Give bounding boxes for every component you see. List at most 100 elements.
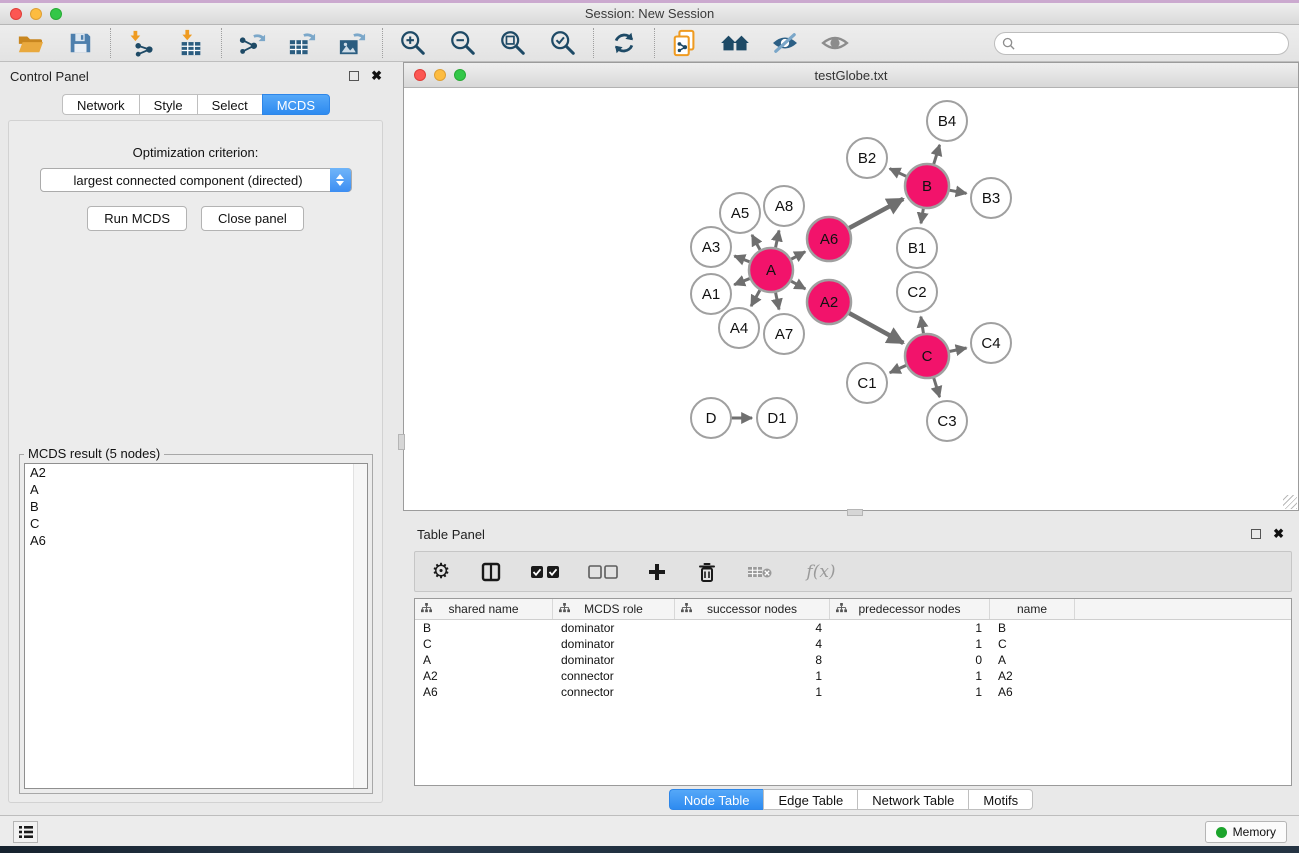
column-header-successor-nodes[interactable]: successor nodes bbox=[675, 599, 830, 619]
tab-style[interactable]: Style bbox=[139, 94, 197, 115]
zoom-out-icon[interactable] bbox=[447, 28, 479, 58]
graph-edge-A6-B[interactable] bbox=[848, 199, 903, 229]
graph-edge-A2-C[interactable] bbox=[848, 313, 903, 343]
graph-edge-A-A4[interactable] bbox=[751, 289, 760, 306]
mcds-result-list[interactable]: A2ABCA6 bbox=[24, 463, 368, 789]
save-session-icon[interactable] bbox=[64, 28, 96, 58]
graph-node-C1[interactable]: C1 bbox=[847, 363, 887, 403]
graph-edge-B-B2[interactable] bbox=[890, 169, 907, 177]
zoom-selected-icon[interactable] bbox=[547, 28, 579, 58]
table-row[interactable]: A2connector11A2 bbox=[415, 668, 1291, 684]
graph-edge-B-B1[interactable] bbox=[921, 208, 924, 224]
graph-node-A5[interactable]: A5 bbox=[720, 193, 760, 233]
tab-node-table[interactable]: Node Table bbox=[669, 789, 764, 810]
graph-node-A3[interactable]: A3 bbox=[691, 227, 731, 267]
list-item[interactable]: A bbox=[25, 481, 367, 498]
tab-mcds[interactable]: MCDS bbox=[262, 94, 330, 115]
table-cell[interactable]: A2 bbox=[415, 669, 553, 683]
graph-edge-A-A6[interactable] bbox=[790, 252, 805, 260]
add-column-icon[interactable] bbox=[645, 560, 669, 584]
zoom-fit-icon[interactable] bbox=[497, 28, 529, 58]
home-icon[interactable] bbox=[719, 28, 751, 58]
graph-edge-C-C4[interactable] bbox=[949, 348, 967, 352]
search-field[interactable] bbox=[994, 32, 1289, 55]
float-panel-icon[interactable] bbox=[349, 71, 359, 81]
task-history-button[interactable] bbox=[13, 821, 38, 843]
table-cell[interactable]: B bbox=[415, 621, 553, 635]
graph-node-D1[interactable]: D1 bbox=[757, 398, 797, 438]
graph-node-C2[interactable]: C2 bbox=[897, 272, 937, 312]
graph-edge-A-A5[interactable] bbox=[752, 235, 761, 251]
list-item[interactable]: B bbox=[25, 498, 367, 515]
node-table[interactable]: shared nameMCDS rolesuccessor nodesprede… bbox=[414, 598, 1292, 786]
table-cell[interactable]: dominator bbox=[553, 637, 675, 651]
table-cell[interactable]: B bbox=[990, 621, 1075, 635]
table-cell[interactable]: 4 bbox=[675, 621, 830, 635]
table-cell[interactable]: 0 bbox=[830, 653, 990, 667]
run-mcds-button[interactable]: Run MCDS bbox=[87, 206, 187, 231]
graph-edge-A-A2[interactable] bbox=[790, 281, 805, 289]
graph-edge-B-B4[interactable] bbox=[933, 145, 939, 165]
graph-node-A4[interactable]: A4 bbox=[719, 308, 759, 348]
graph-edge-A-A3[interactable] bbox=[734, 256, 750, 262]
table-cell[interactable]: A bbox=[415, 653, 553, 667]
graph-node-C[interactable]: C bbox=[905, 334, 949, 378]
table-row[interactable]: A6connector11A6 bbox=[415, 684, 1291, 700]
graph-node-B[interactable]: B bbox=[905, 164, 949, 208]
graph-node-C4[interactable]: C4 bbox=[971, 323, 1011, 363]
memory-button[interactable]: Memory bbox=[1205, 821, 1287, 843]
table-cell[interactable]: 1 bbox=[830, 621, 990, 635]
tab-edge-table[interactable]: Edge Table bbox=[763, 789, 857, 810]
close-panel-icon[interactable]: ✖ bbox=[371, 71, 382, 81]
function-builder-icon[interactable]: f(x) bbox=[801, 560, 841, 584]
column-header-MCDS-role[interactable]: MCDS role bbox=[553, 599, 675, 619]
graph-node-C3[interactable]: C3 bbox=[927, 401, 967, 441]
network-canvas[interactable]: B4B2BB3A5A8A6A3B1AC2A1A2A4A7C4CC1C3DD1 bbox=[404, 88, 1298, 510]
list-item[interactable]: C bbox=[25, 515, 367, 532]
graph-node-B4[interactable]: B4 bbox=[927, 101, 967, 141]
window-resize-grip[interactable] bbox=[1283, 495, 1297, 509]
result-list-scrollbar[interactable] bbox=[353, 464, 367, 788]
graph-node-B1[interactable]: B1 bbox=[897, 228, 937, 268]
new-network-from-selection-icon[interactable] bbox=[669, 28, 701, 58]
table-cell[interactable]: A2 bbox=[990, 669, 1075, 683]
graph-node-A7[interactable]: A7 bbox=[764, 314, 804, 354]
table-cell[interactable]: 1 bbox=[830, 637, 990, 651]
tab-network-table[interactable]: Network Table bbox=[857, 789, 968, 810]
refresh-icon[interactable] bbox=[608, 28, 640, 58]
network-window-titlebar[interactable]: testGlobe.txt bbox=[404, 63, 1298, 88]
column-header-shared-name[interactable]: shared name bbox=[415, 599, 553, 619]
table-cell[interactable]: dominator bbox=[553, 653, 675, 667]
close-panel-button[interactable]: Close panel bbox=[201, 206, 304, 231]
graph-edge-A-A7[interactable] bbox=[775, 292, 779, 310]
delete-column-trash-icon[interactable] bbox=[695, 560, 719, 584]
column-header-name[interactable]: name bbox=[990, 599, 1075, 619]
graph-node-A8[interactable]: A8 bbox=[764, 186, 804, 226]
graph-edge-C-C2[interactable] bbox=[921, 317, 924, 335]
graph-node-A2[interactable]: A2 bbox=[807, 280, 851, 324]
table-cell[interactable]: A6 bbox=[415, 685, 553, 699]
import-network-icon[interactable] bbox=[125, 28, 157, 58]
tab-select[interactable]: Select bbox=[197, 94, 262, 115]
delete-table-icon[interactable] bbox=[745, 560, 775, 584]
table-cell[interactable]: A bbox=[990, 653, 1075, 667]
table-cell[interactable]: connector bbox=[553, 669, 675, 683]
column-header-predecessor-nodes[interactable]: predecessor nodes bbox=[830, 599, 990, 619]
table-cell[interactable]: A6 bbox=[990, 685, 1075, 699]
select-all-checkboxes-icon[interactable] bbox=[529, 560, 561, 584]
close-table-panel-icon[interactable]: ✖ bbox=[1273, 529, 1284, 539]
table-cell[interactable]: 4 bbox=[675, 637, 830, 651]
export-network-icon[interactable] bbox=[236, 28, 268, 58]
float-table-panel-icon[interactable] bbox=[1251, 529, 1261, 539]
graph-node-A1[interactable]: A1 bbox=[691, 274, 731, 314]
hide-details-icon[interactable] bbox=[769, 28, 801, 58]
graph-node-D[interactable]: D bbox=[691, 398, 731, 438]
table-cell[interactable]: 1 bbox=[830, 685, 990, 699]
table-cell[interactable]: 1 bbox=[830, 669, 990, 683]
table-cell[interactable]: 1 bbox=[675, 669, 830, 683]
show-details-icon[interactable] bbox=[819, 28, 851, 58]
network-horizontal-scroll-nub[interactable] bbox=[847, 509, 863, 516]
deselect-all-checkboxes-icon[interactable] bbox=[587, 560, 619, 584]
table-cell[interactable]: 1 bbox=[675, 685, 830, 699]
import-table-icon[interactable] bbox=[175, 28, 207, 58]
